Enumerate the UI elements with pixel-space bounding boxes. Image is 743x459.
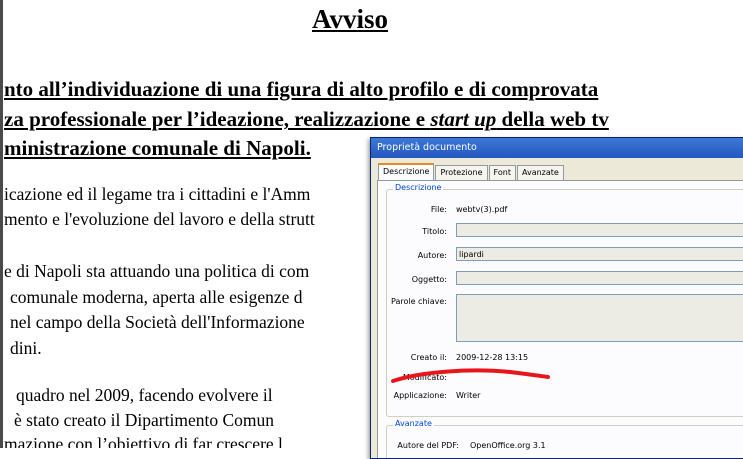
red-annotation-stroke <box>391 368 550 383</box>
red-underline-mark <box>391 368 550 383</box>
